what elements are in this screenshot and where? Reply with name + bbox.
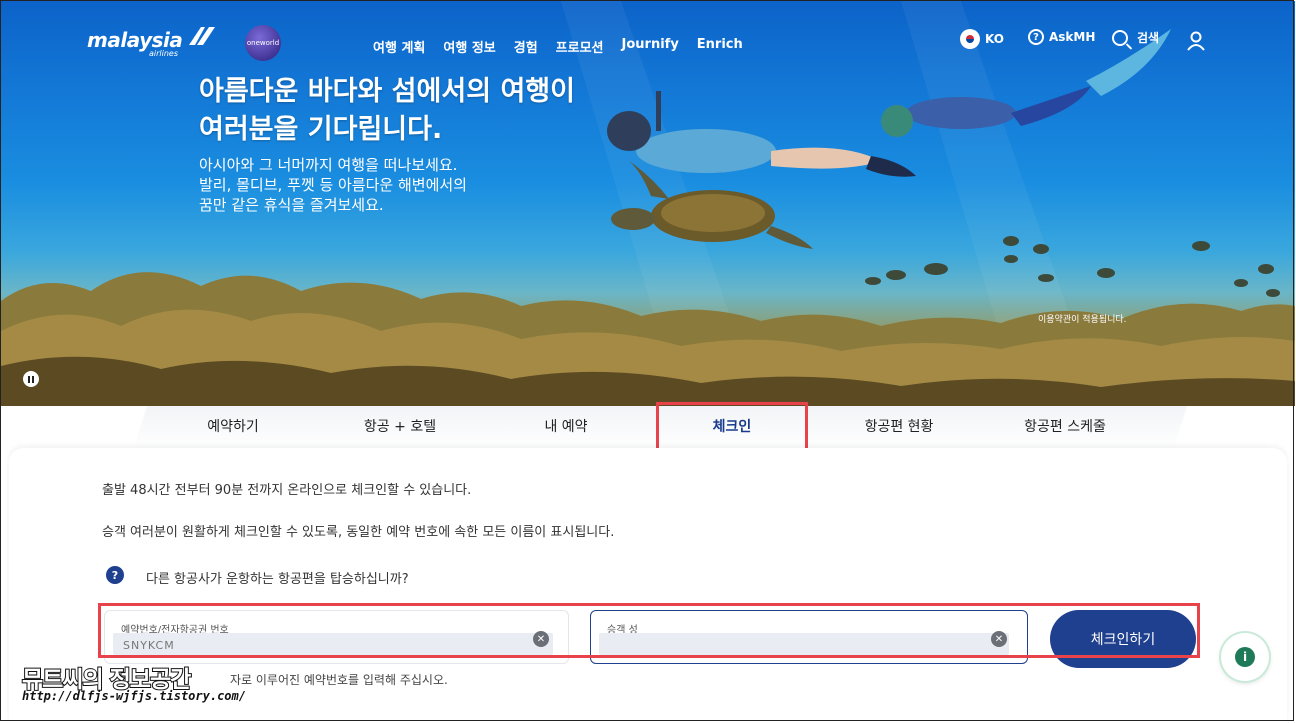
logo-subtitle: airlines [149,49,179,58]
main-menu: 여행 계획 여행 정보 경험 프로모션 Journify Enrich [373,37,743,56]
language-label: KO [985,32,1004,46]
hero-banner: malaysia airlines oneworld 여행 계획 여행 정보 경… [1,1,1295,406]
checkin-info-names: 승객 여러분이 원활하게 체크인할 수 있도록, 동일한 예약 번호에 속한 모… [102,525,615,540]
subtext-line-2: 발리, 몰디브, 푸껫 등 아름다운 해변에서의 [199,176,467,194]
subtext-line-1: 아시아와 그 너머까지 여행을 떠나보세요. [199,156,458,174]
menu-item-journify[interactable]: Journify [622,37,679,56]
tab-flight-schedule[interactable]: 항공편 스케줄 [990,416,1140,436]
askmh-label: AskMH [1049,30,1096,44]
oneworld-logo[interactable]: oneworld [245,25,281,61]
user-icon[interactable] [1187,31,1205,51]
menu-item-info[interactable]: 여행 정보 [443,37,495,56]
menu-item-enrich[interactable]: Enrich [697,37,743,56]
pause-icon-bar [32,375,34,383]
search-button[interactable]: 검색 [1112,29,1159,46]
language-selector[interactable]: KO [960,29,1004,49]
info-button[interactable]: i [1221,633,1269,681]
korea-flag-icon [960,29,980,49]
menu-item-experience[interactable]: 경험 [514,37,538,56]
tab-flight-hotel[interactable]: 항공 + 호텔 [325,416,475,436]
terms-note[interactable]: 이용약관이 적용됩니다. [1038,312,1127,325]
form-highlight [98,603,1200,658]
info-icon: i [1235,647,1255,667]
other-airline-question[interactable]: 다른 항공사가 운항하는 항공편을 탑승하십니까? [146,568,409,587]
search-icon [1112,29,1128,46]
menu-item-plan[interactable]: 여행 계획 [373,37,425,56]
hero-headline: 아름다운 바다와 섬에서의 여행이 여러분을 기다립니다. [199,73,575,149]
checkin-info-window: 출발 48시간 전부터 90분 전까지 온라인으로 체크인할 수 있습니다. [102,483,472,498]
top-navigation: malaysia airlines oneworld 여행 계획 여행 정보 경… [1,1,1295,81]
subtext-line-3: 꿈만 같은 휴식을 즐겨보세요. [199,196,384,214]
watermark-url: http://dlfjs-wjfjs.tistory.com/ [22,689,246,703]
booking-number-hint: 자로 이루어진 예약번호를 입력해 주십시오. [230,673,448,687]
search-label: 검색 [1137,31,1160,45]
menu-item-promotion[interactable]: 프로모션 [556,37,604,56]
question-circle-icon: ? [1028,29,1044,45]
askmh-button[interactable]: ? AskMH [1028,29,1095,45]
tab-flight-status[interactable]: 항공편 현황 [824,416,974,436]
kite-logo-icon [189,27,215,45]
headline-line-2: 여러분을 기다립니다. [199,114,443,145]
help-icon[interactable]: ? [106,566,124,584]
headline-line-1: 아름다운 바다와 섬에서의 여행이 [199,76,575,107]
pause-button[interactable] [23,371,39,387]
pause-icon [28,375,30,383]
tab-my-booking[interactable]: 내 예약 [491,416,641,436]
hero-subtext: 아시아와 그 너머까지 여행을 떠나보세요. 발리, 몰디브, 푸껫 등 아름다… [199,155,467,215]
tab-book[interactable]: 예약하기 [158,416,308,436]
checkin-tab-highlight [656,402,808,453]
